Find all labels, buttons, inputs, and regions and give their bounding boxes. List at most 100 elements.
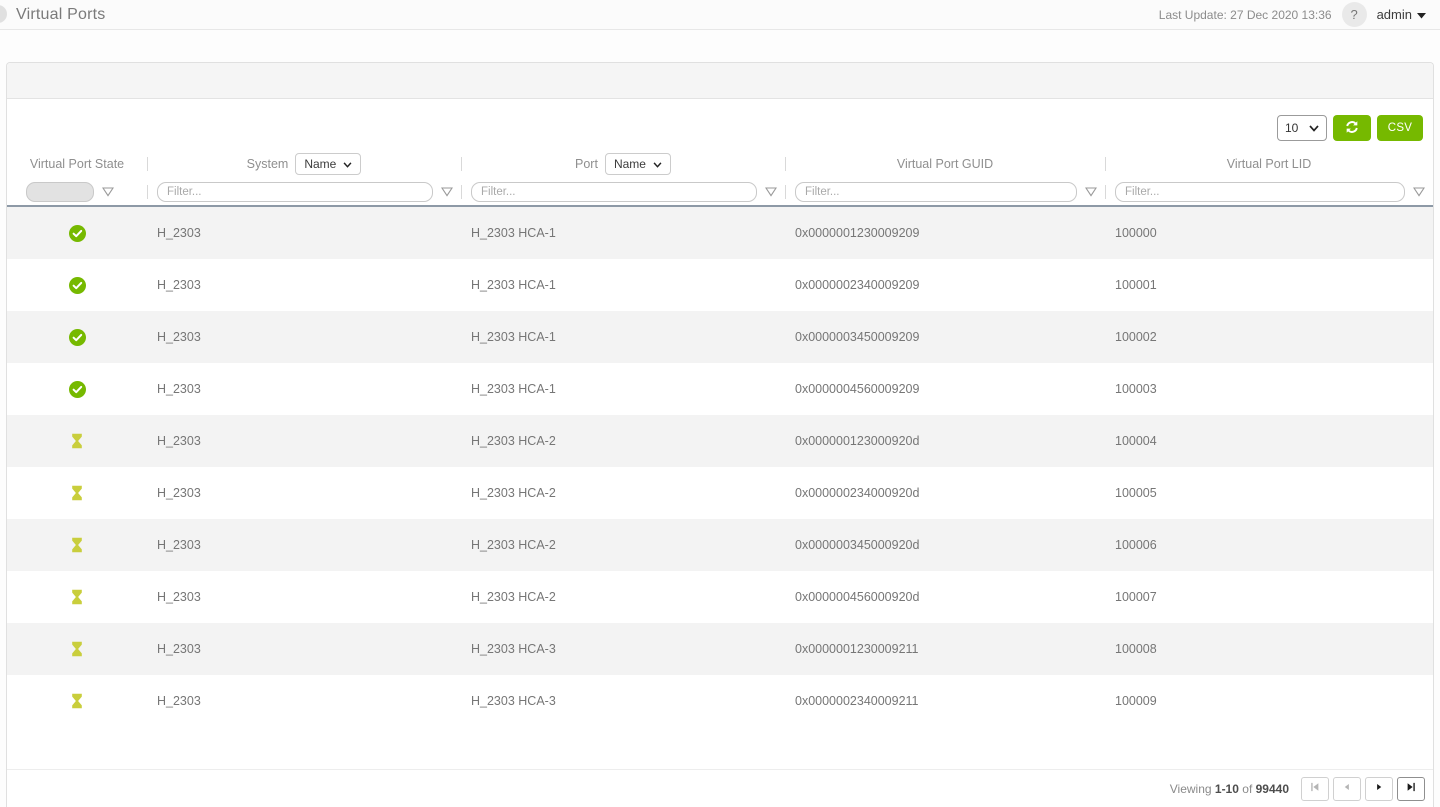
table-row[interactable]: H_2303 H_2303 HCA-3 0x0000001230009211 1… <box>7 623 1433 675</box>
guid-cell: 0x0000004560009209 <box>785 363 1105 415</box>
next-page-icon <box>1373 781 1385 796</box>
page-title: Virtual Ports <box>16 6 105 24</box>
guid-cell: 0x0000002340009209 <box>785 259 1105 311</box>
table-row[interactable]: H_2303 H_2303 HCA-3 0x0000002340009211 1… <box>7 675 1433 727</box>
filter-row <box>7 179 1433 207</box>
col-header-label: Virtual Port GUID <box>897 157 993 171</box>
filter-funnel-icon[interactable] <box>441 187 453 197</box>
lid-cell: 100007 <box>1105 571 1433 623</box>
user-name: admin <box>1377 7 1412 22</box>
col-header-label: Virtual Port LID <box>1227 157 1312 171</box>
table-body: H_2303 H_2303 HCA-1 0x0000001230009209 1… <box>7 207 1433 727</box>
pending-hourglass-icon <box>70 485 84 501</box>
filter-cell-port <box>461 179 785 205</box>
viewing-label: Viewing <box>1170 782 1212 796</box>
table-footer: Viewing 1-10 of 99440 <box>7 769 1433 807</box>
filter-funnel-icon[interactable] <box>1085 187 1097 197</box>
virtual-ports-panel: 10 CSV Virtual Port State System <box>6 62 1434 807</box>
filter-funnel-icon[interactable] <box>102 187 114 197</box>
filter-funnel-icon[interactable] <box>765 187 777 197</box>
guid-cell: 0x0000002340009211 <box>785 675 1105 727</box>
panel-header-strip <box>7 63 1433 99</box>
system-filter-input[interactable] <box>157 182 433 202</box>
refresh-button[interactable] <box>1333 115 1371 141</box>
active-check-icon <box>69 329 86 346</box>
system-cell: H_2303 <box>147 623 461 675</box>
previous-page-button[interactable] <box>1333 777 1361 801</box>
port-cell: H_2303 HCA-2 <box>461 415 785 467</box>
chevron-down-icon <box>653 157 662 171</box>
guid-cell: 0x000000123000920d <box>785 415 1105 467</box>
page-size-value: 10 <box>1285 121 1298 135</box>
col-header-label: System <box>247 157 289 171</box>
lid-cell: 100009 <box>1105 675 1433 727</box>
last-page-icon <box>1405 781 1417 796</box>
filter-funnel-icon[interactable] <box>1413 187 1425 197</box>
col-header-label: Virtual Port State <box>30 157 124 171</box>
lid-filter-input[interactable] <box>1115 182 1405 202</box>
state-cell <box>7 675 147 727</box>
table-row[interactable]: H_2303 H_2303 HCA-2 0x000000234000920d 1… <box>7 467 1433 519</box>
top-bar: Virtual Ports Last Update: 27 Dec 2020 1… <box>0 0 1440 30</box>
lid-cell: 100004 <box>1105 415 1433 467</box>
col-header-virtual-port-state[interactable]: Virtual Port State <box>7 149 147 179</box>
user-menu[interactable]: admin <box>1377 6 1426 24</box>
table-row[interactable]: H_2303 H_2303 HCA-2 0x000000345000920d 1… <box>7 519 1433 571</box>
previous-page-icon <box>1341 781 1353 796</box>
system-cell: H_2303 <box>147 571 461 623</box>
page-size-select[interactable]: 10 <box>1277 115 1327 141</box>
guid-filter-input[interactable] <box>795 182 1077 202</box>
next-page-button[interactable] <box>1365 777 1393 801</box>
first-page-button[interactable] <box>1301 777 1329 801</box>
col-header-system[interactable]: System Name <box>147 149 461 179</box>
pending-hourglass-icon <box>70 537 84 553</box>
system-cell: H_2303 <box>147 675 461 727</box>
viewing-total: 99440 <box>1256 782 1289 796</box>
chevron-down-icon <box>343 157 352 171</box>
last-update: Last Update: 27 Dec 2020 13:36 <box>1159 8 1332 22</box>
table-header-row: Virtual Port State System Name Port Name… <box>7 149 1433 179</box>
port-cell: H_2303 HCA-2 <box>461 571 785 623</box>
active-check-icon <box>69 225 86 242</box>
lid-cell: 100001 <box>1105 259 1433 311</box>
guid-cell: 0x000000234000920d <box>785 467 1105 519</box>
pending-hourglass-icon <box>70 433 84 449</box>
table-row[interactable]: H_2303 H_2303 HCA-2 0x000000123000920d 1… <box>7 415 1433 467</box>
system-field-select[interactable]: Name <box>295 153 361 175</box>
viewing-of: of <box>1242 782 1252 796</box>
guid-cell: 0x000000456000920d <box>785 571 1105 623</box>
port-cell: H_2303 HCA-3 <box>461 675 785 727</box>
col-header-virtual-port-lid[interactable]: Virtual Port LID <box>1105 149 1433 179</box>
port-filter-input[interactable] <box>471 182 757 202</box>
first-page-icon <box>1309 781 1321 796</box>
system-cell: H_2303 <box>147 415 461 467</box>
table-row[interactable]: H_2303 H_2303 HCA-2 0x000000456000920d 1… <box>7 571 1433 623</box>
port-cell: H_2303 HCA-2 <box>461 467 785 519</box>
refresh-icon <box>1344 119 1360 138</box>
filter-cell-lid <box>1105 179 1433 205</box>
port-field-select[interactable]: Name <box>605 153 671 175</box>
viewing-range: 1-10 <box>1215 782 1239 796</box>
col-header-virtual-port-guid[interactable]: Virtual Port GUID <box>785 149 1105 179</box>
table-row[interactable]: H_2303 H_2303 HCA-1 0x0000003450009209 1… <box>7 311 1433 363</box>
csv-export-button[interactable]: CSV <box>1377 115 1423 141</box>
system-cell: H_2303 <box>147 259 461 311</box>
table-row[interactable]: H_2303 H_2303 HCA-1 0x0000002340009209 1… <box>7 259 1433 311</box>
help-button[interactable]: ? <box>1342 2 1367 27</box>
port-cell: H_2303 HCA-1 <box>461 311 785 363</box>
system-cell: H_2303 <box>147 519 461 571</box>
lid-cell: 100008 <box>1105 623 1433 675</box>
table-row[interactable]: H_2303 H_2303 HCA-1 0x0000004560009209 1… <box>7 363 1433 415</box>
lid-cell: 100006 <box>1105 519 1433 571</box>
col-header-port[interactable]: Port Name <box>461 149 785 179</box>
last-page-button[interactable] <box>1397 777 1425 801</box>
guid-cell: 0x0000003450009209 <box>785 311 1105 363</box>
system-field-value: Name <box>304 157 336 171</box>
state-cell <box>7 207 147 259</box>
table-row[interactable]: H_2303 H_2303 HCA-1 0x0000001230009209 1… <box>7 207 1433 259</box>
chevron-down-icon <box>1309 121 1319 135</box>
state-cell <box>7 259 147 311</box>
port-cell: H_2303 HCA-1 <box>461 363 785 415</box>
active-check-icon <box>69 277 86 294</box>
filter-cell-system <box>147 179 461 205</box>
